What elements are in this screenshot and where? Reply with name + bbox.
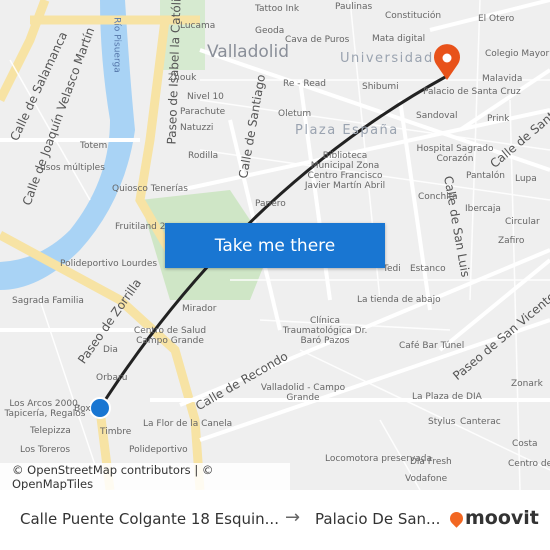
place-label: Constitución	[385, 11, 442, 21]
place-label: La Plaza de DIA	[412, 392, 482, 402]
place-label: Conchita	[418, 192, 458, 202]
footer-bar: Calle Puente Colgante 18 Esquin... → Pal…	[0, 490, 550, 550]
brand-name: moovit	[465, 507, 539, 529]
place-label: Estanco	[410, 264, 446, 274]
place-label: Centro de Mayores	[508, 459, 550, 469]
place-label: Prink	[487, 114, 510, 124]
place-label: Centro de Salud Campo Grande	[133, 326, 207, 346]
place-label: Zafiro	[498, 236, 525, 246]
place-label: Paulinas	[335, 2, 373, 12]
destination-name: Palacio De San...	[315, 510, 441, 528]
place-label: Los Arcos 2000, Tapicería, Regalos	[4, 399, 86, 419]
place-label: Dia	[103, 345, 118, 355]
place-label: Zhouk	[168, 73, 197, 83]
take-me-there-button[interactable]: Take me there	[165, 223, 385, 268]
place-label: Mata digital	[372, 34, 426, 44]
place-label: Parachute	[180, 107, 226, 117]
place-label: Timbre	[100, 427, 132, 437]
place-label: Geoda	[255, 26, 285, 36]
place-label: Polideportivo	[129, 445, 188, 455]
place-label: Costa	[512, 439, 538, 449]
city-label: Valladolid	[207, 42, 290, 62]
place-label: Valladolid - Campo Grande	[260, 383, 346, 403]
place-label: Sandoval	[416, 111, 458, 121]
place-label: Zonark	[511, 379, 543, 389]
place-label: Stylus	[428, 417, 456, 427]
map[interactable]: Valladolid Universidad Plaza España Call…	[0, 0, 550, 490]
place-label: La tienda de abajo	[357, 295, 441, 305]
place-label: Panero	[255, 199, 286, 209]
place-label: Lucama	[180, 21, 216, 31]
place-label: Dia Fresh	[410, 457, 452, 467]
place-label: Re - Read	[283, 79, 326, 89]
river-label: Río Pisuerga	[111, 17, 122, 73]
moovit-pin-icon	[447, 508, 466, 528]
origin-name: Calle Puente Colgante 18 Esquin...	[20, 510, 279, 528]
place-label: Colegio Mayor Peñafiel	[485, 49, 550, 59]
place-label: Tedi	[383, 264, 401, 274]
place-label: Circular	[505, 217, 540, 227]
place-label: Mirador	[182, 304, 217, 314]
place-label: Clínica Traumatológica Dr. Baró Pazos	[282, 316, 368, 346]
moovit-logo: moovit	[447, 507, 539, 529]
place-label: El Otero	[478, 14, 515, 24]
map-attribution[interactable]: © OpenStreetMap contributors | © OpenMap…	[0, 463, 290, 490]
place-label: Biblioteca Municipal Zona Centro Francis…	[304, 151, 386, 191]
place-label: Rodilla	[188, 151, 219, 161]
place-label: Fruitiland 2	[115, 222, 166, 232]
place-label: Natuzzi	[180, 123, 214, 133]
place-label: Malavida	[482, 74, 523, 84]
place-label: Lupa	[515, 174, 537, 184]
place-label: Vodafone	[405, 474, 448, 484]
place-label: Café Bar Túnel	[399, 341, 465, 351]
place-label: Los Toreros	[20, 445, 71, 455]
place-label: usos múltiples	[40, 163, 105, 173]
place-label: Telepizza	[30, 426, 71, 436]
place-label: Quiosco Tenerías	[112, 184, 188, 194]
place-label: Orbaru	[96, 373, 128, 383]
place-label: Polideportivo Lourdes	[60, 259, 158, 269]
place-label: Totem	[80, 141, 108, 151]
place-label: Hospital Sagrado Corazón	[416, 144, 494, 164]
place-label: Shibumi	[362, 82, 399, 92]
place-label: Cava de Puros	[285, 35, 350, 45]
place-label: Ibercaja	[465, 204, 501, 214]
place-label: Oletum	[278, 109, 312, 119]
place-label: Pantalón	[466, 171, 505, 181]
place-label: Tattoo Ink	[255, 4, 300, 14]
place-label: Palacio de Santa Cruz	[423, 87, 521, 97]
arrow-right-icon: →	[285, 507, 301, 528]
place-label: Nivel 10	[187, 92, 224, 102]
place-label: Canterac	[460, 417, 501, 427]
place-label: Sagrada Familia	[12, 296, 84, 306]
district-label: Plaza España	[295, 123, 399, 138]
district-label: Universidad	[340, 51, 434, 66]
place-label: La Flor de la Canela	[143, 419, 233, 429]
origin-pin-icon	[89, 397, 111, 419]
